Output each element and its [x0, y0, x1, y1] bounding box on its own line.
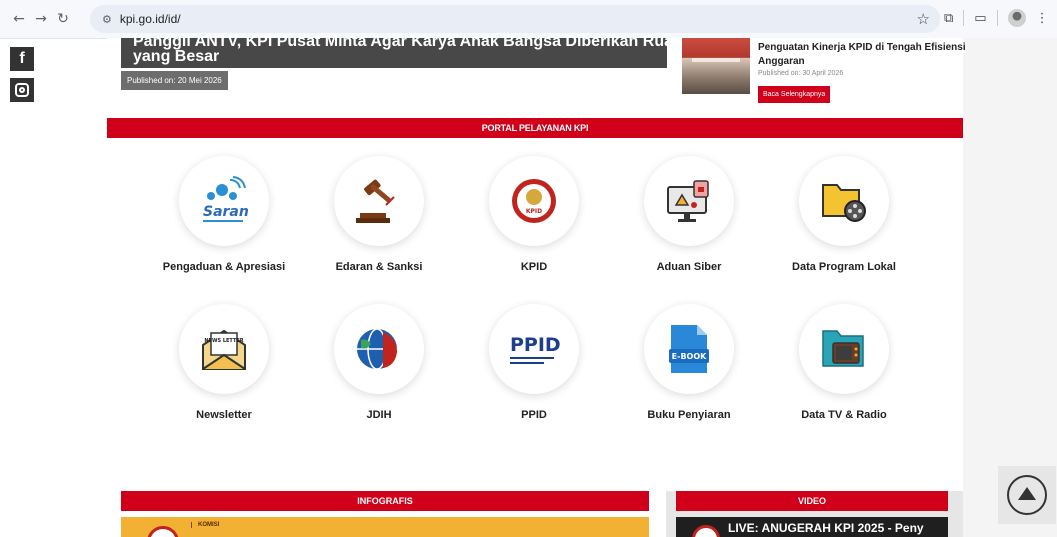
cyber-alert-icon [667, 180, 709, 222]
service-icon-circle[interactable]: PPID [489, 304, 579, 394]
extensions-icon[interactable]: ⧉ [944, 11, 953, 26]
service-label[interactable]: Pengaduan & Apresiasi [159, 260, 289, 274]
kpi-seal-icon [692, 525, 720, 537]
kpid-emblem-icon: KPID [512, 179, 556, 223]
jdih-globe-icon [357, 328, 397, 370]
browser-menu-icon[interactable]: ⋮ [1036, 11, 1049, 26]
video-section-header: VIDEO [676, 491, 948, 511]
service-edaran[interactable]: Edaran & Sanksi [314, 156, 444, 274]
service-newsletter[interactable]: NEWS LETTER Newsletter [159, 304, 289, 422]
bookmark-star-icon[interactable]: ☆ [917, 10, 930, 28]
kpi-seal-icon [147, 526, 179, 537]
newsletter-icon: NEWS LETTER [202, 329, 246, 370]
toolbar-divider [963, 10, 965, 26]
service-label[interactable]: Buku Penyiaran [624, 408, 754, 422]
read-more-button[interactable]: Baca Selengkapnya [758, 86, 831, 103]
service-label[interactable]: Aduan Siber [624, 260, 754, 274]
service-buku-penyiaran[interactable]: E-BOOK Buku Penyiaran [624, 304, 754, 422]
gavel-icon [356, 179, 395, 223]
video-thumbnail[interactable]: LIVE: ANUGERAH KPI 2025 - Peny [676, 517, 948, 537]
service-icon-circle[interactable]: E-BOOK [644, 304, 734, 394]
main-container: Panggil ANTV, KPI Pusat Minta Agar Karya… [107, 34, 966, 537]
service-label[interactable]: Edaran & Sanksi [314, 260, 444, 274]
portal-section-header: PORTAL PELAYANAN KPI [107, 118, 963, 138]
ppid-icon: PPID [510, 334, 561, 364]
forward-button[interactable]: → [30, 8, 52, 30]
infografis-komisi-text: KOMISI [191, 522, 219, 528]
browser-actions: ⧉ ▭ ⋮ [944, 9, 1049, 27]
service-icon-circle[interactable]: Saran [179, 156, 269, 246]
service-label[interactable]: KPID [469, 260, 599, 274]
back-button[interactable]: ← [8, 8, 30, 30]
url-text[interactable]: kpi.go.id/id/ [120, 12, 181, 26]
service-jdih[interactable]: JDIH [314, 304, 444, 422]
side-news-date: Published on: 30 April 2026 [758, 70, 844, 77]
instagram-glyph [15, 83, 29, 97]
hero-title[interactable]: Panggil ANTV, KPI Pusat Minta Agar Karya… [133, 34, 693, 65]
svg-text:NEWS LETTER: NEWS LETTER [204, 338, 243, 344]
service-data-tv-radio[interactable]: Data TV & Radio [779, 304, 909, 422]
svg-text:Saran: Saran [203, 204, 249, 220]
service-icon-circle[interactable]: NEWS LETTER [179, 304, 269, 394]
service-kpid[interactable]: KPID KPID [469, 156, 599, 274]
ebook-icon: E-BOOK [669, 325, 709, 373]
saran-icon: Saran [203, 176, 249, 222]
reload-button[interactable]: ↻ [52, 8, 74, 30]
hero-date: Published on: 20 Mei 2026 [121, 71, 228, 90]
service-icon-circle[interactable] [799, 156, 889, 246]
service-icon-circle[interactable]: KPID [489, 156, 579, 246]
infografis-banner[interactable]: KOMISI [121, 517, 649, 537]
profile-avatar[interactable] [1007, 9, 1026, 27]
service-label[interactable]: PPID [469, 408, 599, 422]
service-label[interactable]: JDIH [314, 408, 444, 422]
video-section: VIDEO LIVE: ANUGERAH KPI 2025 - Peny [666, 491, 963, 537]
site-settings-icon[interactable]: ⚙ [102, 13, 112, 26]
service-label[interactable]: Data TV & Radio [779, 408, 909, 422]
svg-text:E-BOOK: E-BOOK [672, 352, 707, 361]
svg-text:PPID: PPID [510, 334, 561, 356]
side-news-title[interactable]: Penguatan Kinerja KPID di Tengah Efisien… [758, 41, 968, 69]
service-label[interactable]: Newsletter [159, 408, 289, 422]
service-label[interactable]: Data Program Lokal [779, 260, 909, 274]
service-icon-circle[interactable] [334, 304, 424, 394]
infografis-section-header: INFOGRAFIS [121, 491, 649, 511]
service-icon-circle[interactable] [799, 304, 889, 394]
service-icon-circle[interactable] [644, 156, 734, 246]
facebook-icon[interactable]: f [10, 47, 34, 71]
tab-search-icon[interactable]: ▭ [974, 11, 986, 26]
arrow-up-icon [1007, 475, 1047, 515]
side-news-thumbnail[interactable] [682, 38, 750, 94]
video-title[interactable]: LIVE: ANUGERAH KPI 2025 - Peny [728, 521, 924, 535]
address-bar[interactable]: ⚙ kpi.go.id/id/ ☆ [90, 5, 940, 33]
service-data-program-lokal[interactable]: Data Program Lokal [779, 156, 909, 274]
instagram-icon[interactable] [10, 78, 34, 102]
service-pengaduan[interactable]: Saran Pengaduan & Apresiasi [159, 156, 289, 274]
folder-film-icon [822, 184, 866, 222]
scroll-to-top-button[interactable] [998, 466, 1056, 524]
service-aduan-siber[interactable]: Aduan Siber [624, 156, 754, 274]
svg-text:KPID: KPID [526, 208, 542, 215]
service-icon-circle[interactable] [334, 156, 424, 246]
service-ppid[interactable]: PPID PPID [469, 304, 599, 422]
toolbar-divider [996, 10, 998, 26]
tv-radio-folder-icon [822, 330, 864, 367]
page-background-right [963, 38, 1057, 537]
